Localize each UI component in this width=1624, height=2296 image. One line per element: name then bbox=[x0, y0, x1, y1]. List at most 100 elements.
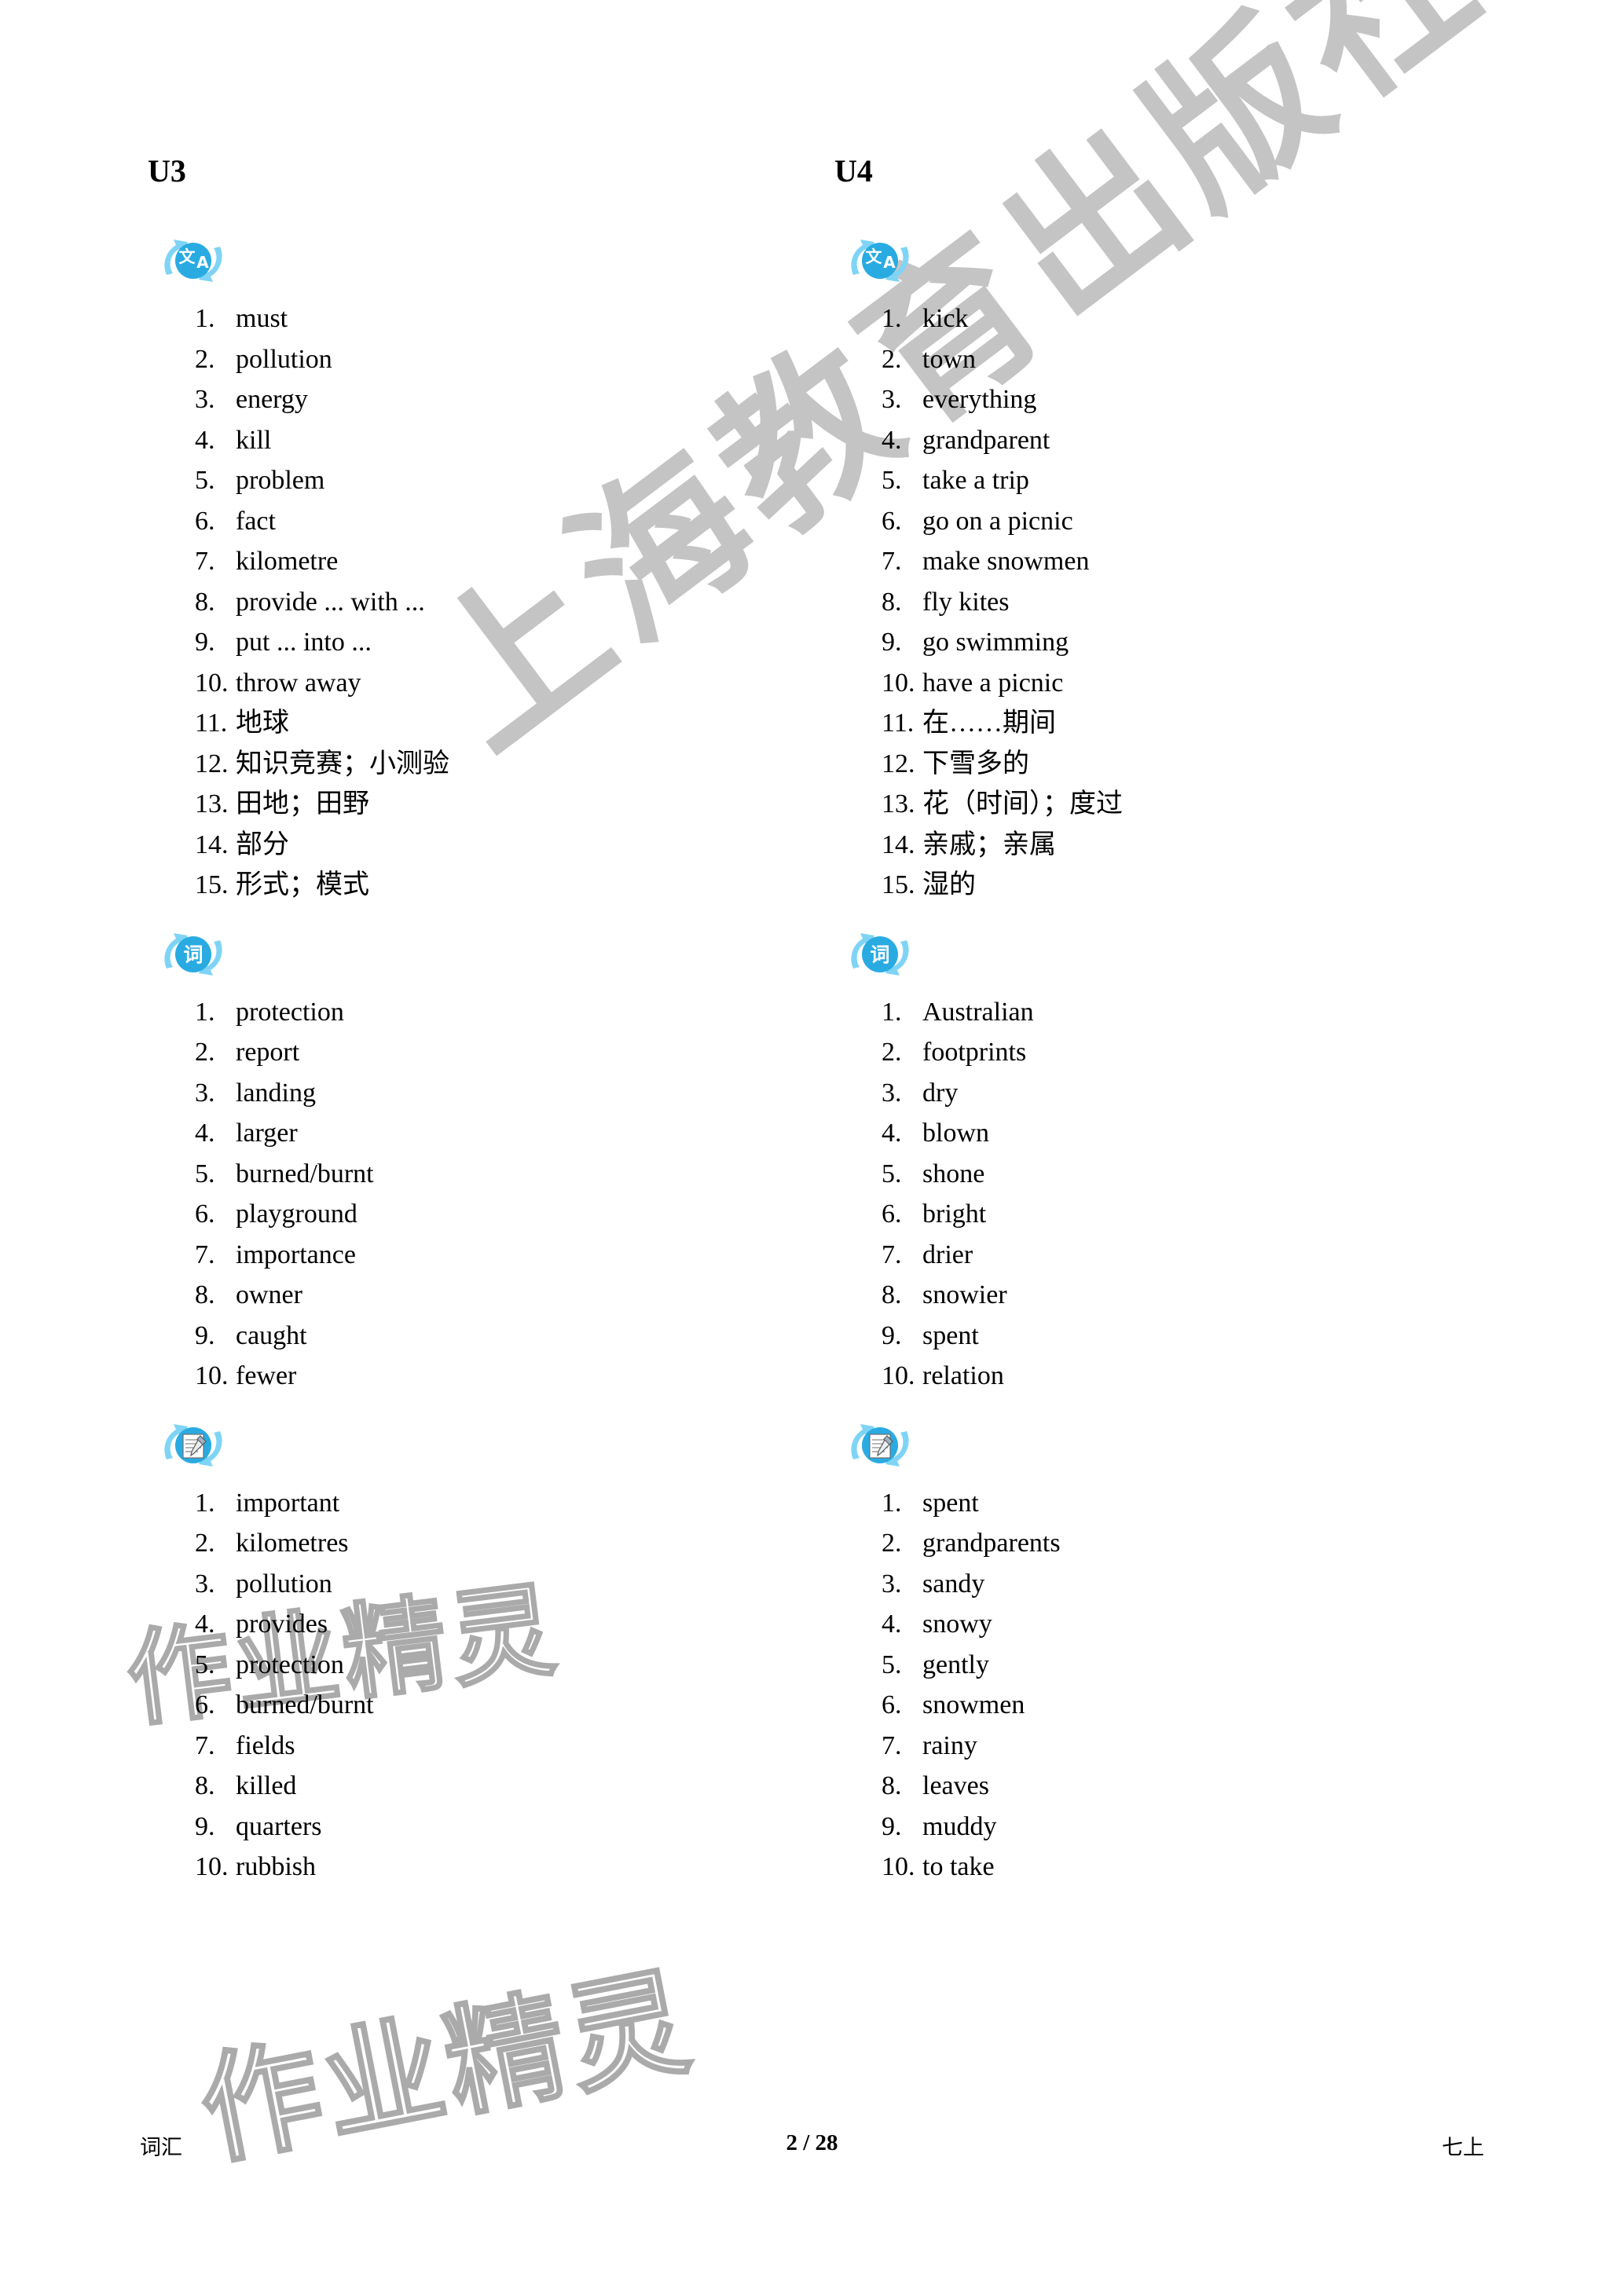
word-list: 1. spent 2. grandparents 3. sandy 4. snowy 5… bbox=[827, 1483, 1502, 1888]
list-item: 8. provide ... with ... bbox=[195, 587, 425, 617]
list-item: 13. 田地；田野 bbox=[195, 789, 369, 818]
svg-text:A: A bbox=[196, 253, 209, 272]
list-item: 4. blown bbox=[882, 1119, 989, 1148]
list-item: 3. energy bbox=[195, 385, 308, 414]
list-item: 7. drier bbox=[882, 1240, 973, 1269]
svg-text:词: 词 bbox=[870, 943, 889, 966]
notepad-icon bbox=[842, 1412, 918, 1478]
list-item: 5. protection bbox=[195, 1650, 344, 1679]
list-item: 6. playground bbox=[195, 1199, 357, 1229]
list-item: 1. must bbox=[195, 304, 288, 333]
list-item: 3. sandy bbox=[882, 1569, 985, 1598]
list-item: 1. protection bbox=[195, 997, 344, 1027]
list-item: 1. kick bbox=[882, 304, 969, 333]
section-u3-translate: 文 A 1. must 2. pollution 3. energy 4. kill 5… bbox=[140, 223, 816, 906]
list-item: 13. 花（时间）；度过 bbox=[882, 789, 1123, 818]
word-list: 1. important 2. kilometres 3. pollution 4. p… bbox=[140, 1483, 816, 1888]
translate-icon: 文 A bbox=[842, 228, 918, 294]
list-item: 10. relation bbox=[882, 1361, 1004, 1390]
document-page: 上海教育出版社 作业精灵 作业精灵 U3 文 A 1. must 2. poll… bbox=[0, 0, 1624, 2296]
list-item: 1. important bbox=[195, 1488, 340, 1518]
list-item: 8. snowier bbox=[882, 1280, 1007, 1309]
list-item: 9. spent bbox=[882, 1320, 979, 1350]
list-item: 6. bright bbox=[882, 1199, 987, 1229]
list-item: 4. snowy bbox=[882, 1609, 992, 1639]
list-item: 4. provides bbox=[195, 1609, 328, 1639]
section-icon-row: 文 A bbox=[827, 223, 1502, 298]
notepad-icon bbox=[156, 1412, 231, 1478]
list-item: 2. town bbox=[882, 344, 976, 374]
list-item: 10. to take bbox=[882, 1852, 995, 1881]
section-icon-row: 词 bbox=[827, 917, 1502, 992]
list-item: 8. leaves bbox=[882, 1771, 989, 1800]
list-item: 2. report bbox=[195, 1038, 300, 1067]
list-item: 5. burned/burnt bbox=[195, 1159, 374, 1188]
list-item: 7. kilometre bbox=[195, 547, 339, 576]
list-item: 9. caught bbox=[195, 1320, 307, 1350]
list-item: 5. shone bbox=[882, 1159, 985, 1188]
column-u4: U4 文 A 1. kick 2. town 3. everything 4. … bbox=[827, 0, 1502, 1888]
list-item: 9. muddy bbox=[882, 1811, 997, 1841]
list-item: 7. importance bbox=[195, 1240, 356, 1269]
list-item: 10. have a picnic bbox=[882, 668, 1064, 698]
section-u4-notepad: 1. spent 2. grandparents 3. sandy 4. snowy 5… bbox=[827, 1408, 1502, 1888]
list-item: 15. 湿的 bbox=[882, 870, 976, 899]
list-item: 5. problem bbox=[195, 466, 325, 495]
column-u3: U3 文 A 1. must 2. pollution 3. energy 4.… bbox=[140, 0, 816, 1888]
svg-text:A: A bbox=[883, 253, 896, 272]
list-item: 7. make snowmen bbox=[882, 547, 1090, 576]
section-icon-row: 词 bbox=[140, 917, 816, 992]
section-u3-notepad: 1. important 2. kilometres 3. pollution 4. p… bbox=[140, 1408, 816, 1888]
list-item: 9. quarters bbox=[195, 1811, 322, 1841]
footer-page-number: 2 / 28 bbox=[786, 2130, 838, 2155]
list-item: 2. grandparents bbox=[882, 1529, 1061, 1558]
list-item: 8. killed bbox=[195, 1771, 297, 1800]
list-item: 6. snowmen bbox=[882, 1690, 1025, 1719]
list-item: 12. 下雪多的 bbox=[882, 749, 1029, 778]
page-footer: 词汇 2 / 28 七上 bbox=[0, 2130, 1624, 2168]
list-item: 15. 形式；模式 bbox=[195, 870, 369, 899]
word-list: 1. kick 2. town 3. everything 4. grandparent… bbox=[827, 298, 1502, 906]
list-item: 14. 部分 bbox=[195, 829, 289, 859]
unit-title-u3: U3 bbox=[148, 153, 186, 189]
list-item: 11. 地球 bbox=[195, 709, 289, 738]
section-icon-row bbox=[827, 1408, 1502, 1483]
list-item: 6. burned/burnt bbox=[195, 1690, 374, 1719]
word-list: 1. Australian 2. footprints 3. dry 4. blown … bbox=[827, 992, 1502, 1397]
list-item: 3. pollution bbox=[195, 1569, 332, 1598]
word-list: 1. protection 2. report 3. landing 4. larger… bbox=[140, 992, 816, 1397]
list-item: 6. go on a picnic bbox=[882, 506, 1073, 536]
list-item: 14. 亲戚；亲属 bbox=[882, 829, 1056, 859]
word-icon: 词 bbox=[842, 921, 918, 987]
section-u4-word: 词 1. Australian 2. footprints 3. dry 4. blow… bbox=[827, 917, 1502, 1397]
section-u4-translate: 文 A 1. kick 2. town 3. everything 4. grandpa… bbox=[827, 223, 1502, 906]
list-item: 6. fact bbox=[195, 506, 276, 536]
section-icon-row bbox=[140, 1408, 816, 1483]
footer-grade-label: 七上 bbox=[1442, 2136, 1484, 2160]
word-list: 1. must 2. pollution 3. energy 4. kill 5. pro… bbox=[140, 298, 816, 906]
list-item: 11. 在……期间 bbox=[882, 709, 1056, 738]
list-item: 3. everything bbox=[882, 385, 1037, 414]
list-item: 2. kilometres bbox=[195, 1529, 349, 1558]
list-item: 12. 知识竞赛；小测验 bbox=[195, 749, 449, 778]
list-item: 2. pollution bbox=[195, 344, 332, 374]
translate-icon: 文 A bbox=[156, 228, 231, 294]
list-item: 4. larger bbox=[195, 1119, 298, 1148]
list-item: 5. gently bbox=[882, 1650, 989, 1679]
list-item: 9. put ... into ... bbox=[195, 628, 372, 657]
list-item: 2. footprints bbox=[882, 1038, 1027, 1067]
list-item: 5. take a trip bbox=[882, 466, 1029, 495]
svg-text:文: 文 bbox=[179, 247, 196, 266]
list-item: 7. fields bbox=[195, 1730, 295, 1760]
unit-title-u4: U4 bbox=[834, 153, 873, 189]
word-icon: 词 bbox=[156, 921, 231, 987]
list-item: 8. fly kites bbox=[882, 587, 1010, 617]
list-item: 1. Australian bbox=[882, 997, 1034, 1027]
list-item: 3. dry bbox=[882, 1078, 959, 1108]
list-item: 10. fewer bbox=[195, 1361, 297, 1390]
list-item: 4. grandparent bbox=[882, 425, 1050, 455]
svg-text:词: 词 bbox=[183, 943, 203, 966]
svg-text:文: 文 bbox=[866, 247, 883, 266]
list-item: 10. rubbish bbox=[195, 1852, 316, 1881]
section-icon-row: 文 A bbox=[140, 223, 816, 298]
